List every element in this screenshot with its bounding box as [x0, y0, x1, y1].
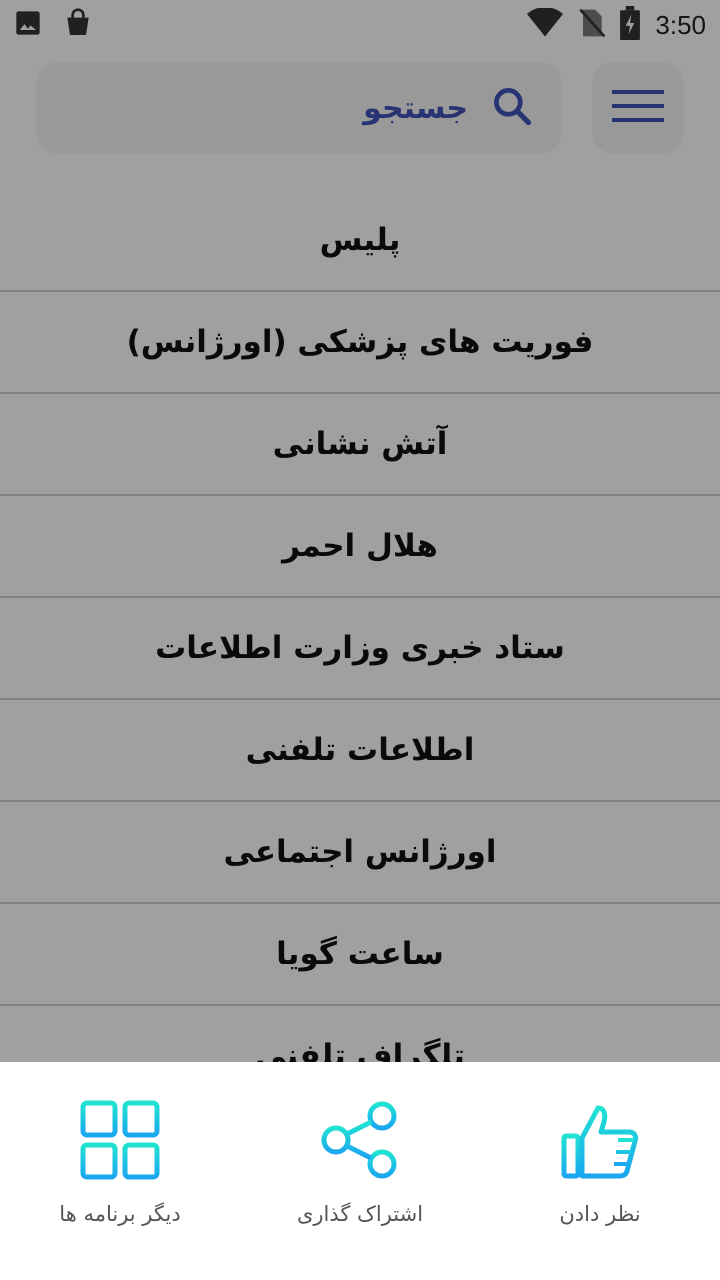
share-label: اشتراک گذاری — [296, 1202, 424, 1226]
thumbs-up-icon — [560, 1100, 640, 1184]
dim-overlay[interactable] — [0, 0, 720, 1062]
rate-button[interactable]: نظر دادن — [500, 1100, 700, 1226]
share-icon — [320, 1100, 400, 1184]
other-apps-button[interactable]: دیگر برنامه ها — [20, 1100, 220, 1226]
bottom-sheet: دیگر برنامه ها اشتراک گذاری نظر دادن — [0, 1062, 720, 1280]
other-apps-label: دیگر برنامه ها — [59, 1202, 181, 1226]
grid-icon — [80, 1100, 160, 1184]
share-button[interactable]: اشتراک گذاری — [260, 1100, 460, 1226]
rate-label: نظر دادن — [559, 1202, 641, 1226]
app-screen: 3:50 جستجو پلیس فوریت های پزشکی (اورژانس… — [0, 0, 720, 1280]
